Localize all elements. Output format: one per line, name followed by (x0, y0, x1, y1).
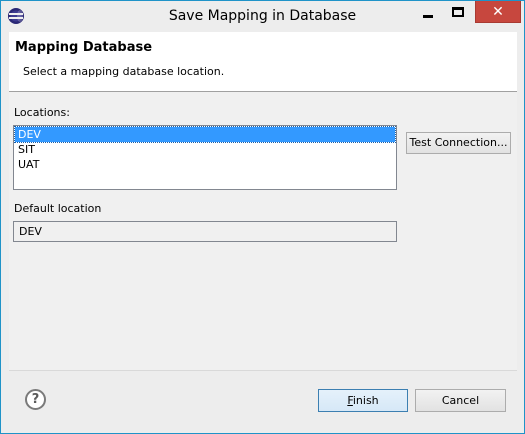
wizard-header: Mapping Database Select a mapping databa… (9, 32, 517, 91)
finish-button[interactable]: Finish (318, 389, 408, 412)
maximize-icon (452, 7, 464, 17)
content-area: Locations: DEV SIT UAT Test Connection..… (9, 92, 517, 370)
close-button[interactable]: ✕ (475, 1, 521, 23)
locations-label: Locations: (14, 106, 70, 119)
list-item-sit[interactable]: SIT (15, 142, 395, 157)
locations-list[interactable]: DEV SIT UAT (13, 125, 397, 190)
title-bar[interactable]: Save Mapping in Database ✕ (1, 1, 524, 31)
page-title: Mapping Database (15, 40, 153, 55)
minimize-button[interactable] (415, 1, 441, 23)
cancel-button[interactable]: Cancel (415, 389, 506, 412)
maximize-button[interactable] (445, 1, 471, 23)
default-location-label: Default location (14, 202, 102, 215)
minimize-icon (423, 14, 433, 18)
help-icon[interactable]: ? (25, 389, 46, 410)
list-item-uat[interactable]: UAT (15, 157, 395, 172)
finish-label: inish (352, 394, 379, 407)
page-description: Select a mapping database location. (23, 65, 225, 78)
dialog-window: Save Mapping in Database ✕ Mapping Datab… (0, 0, 525, 434)
default-location-field: DEV (13, 221, 397, 242)
close-icon: ✕ (492, 3, 504, 20)
list-item-dev[interactable]: DEV (14, 126, 396, 143)
test-connection-button[interactable]: Test Connection... (406, 132, 511, 154)
footer-divider (9, 370, 517, 371)
